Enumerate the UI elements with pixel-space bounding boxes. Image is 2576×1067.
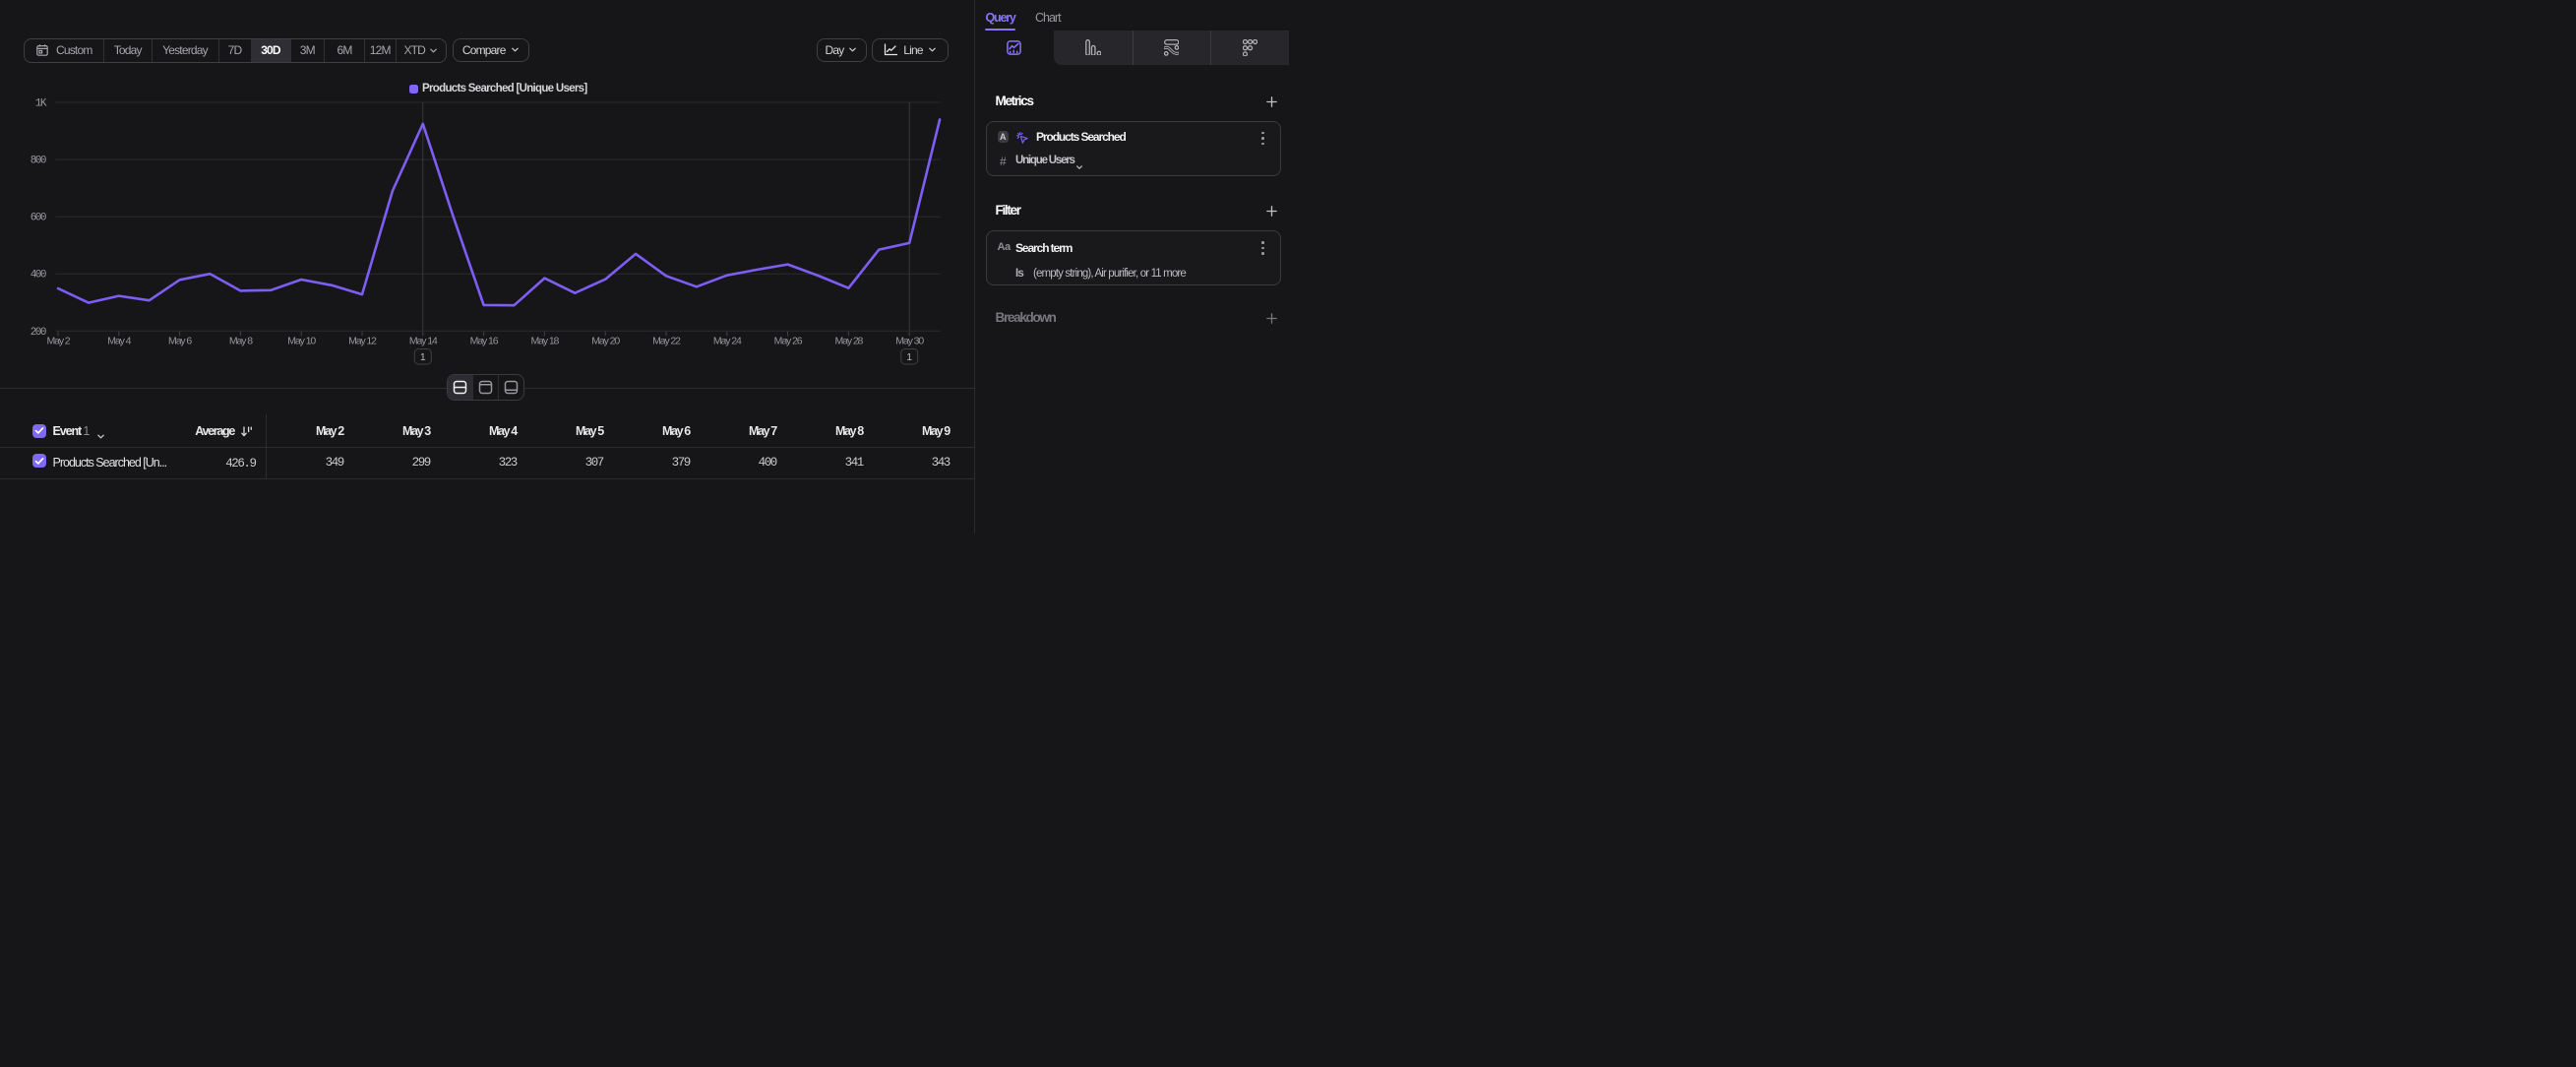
svg-text:1: 1: [906, 351, 912, 363]
svg-text:400: 400: [31, 270, 46, 282]
svg-text:May 18: May 18: [530, 336, 559, 347]
svg-text:1: 1: [420, 351, 426, 363]
svg-text:May 16: May 16: [470, 336, 499, 347]
svg-text:May 6: May 6: [168, 336, 192, 347]
svg-text:600: 600: [31, 213, 46, 224]
svg-text:May 26: May 26: [774, 336, 803, 347]
svg-text:May 30: May 30: [895, 336, 924, 347]
svg-text:May 10: May 10: [287, 336, 316, 347]
svg-text:May 20: May 20: [591, 336, 620, 347]
svg-text:200: 200: [31, 327, 46, 339]
svg-text:May 14: May 14: [409, 336, 438, 347]
svg-text:May 22: May 22: [652, 336, 681, 347]
svg-text:1K: 1K: [35, 98, 47, 110]
svg-text:May 28: May 28: [834, 336, 863, 347]
svg-text:May 2: May 2: [46, 336, 70, 347]
svg-text:May 12: May 12: [348, 336, 377, 347]
svg-text:May 4: May 4: [107, 336, 131, 347]
svg-text:800: 800: [31, 156, 46, 167]
svg-text:May 8: May 8: [229, 336, 253, 347]
svg-text:May 24: May 24: [713, 336, 742, 347]
